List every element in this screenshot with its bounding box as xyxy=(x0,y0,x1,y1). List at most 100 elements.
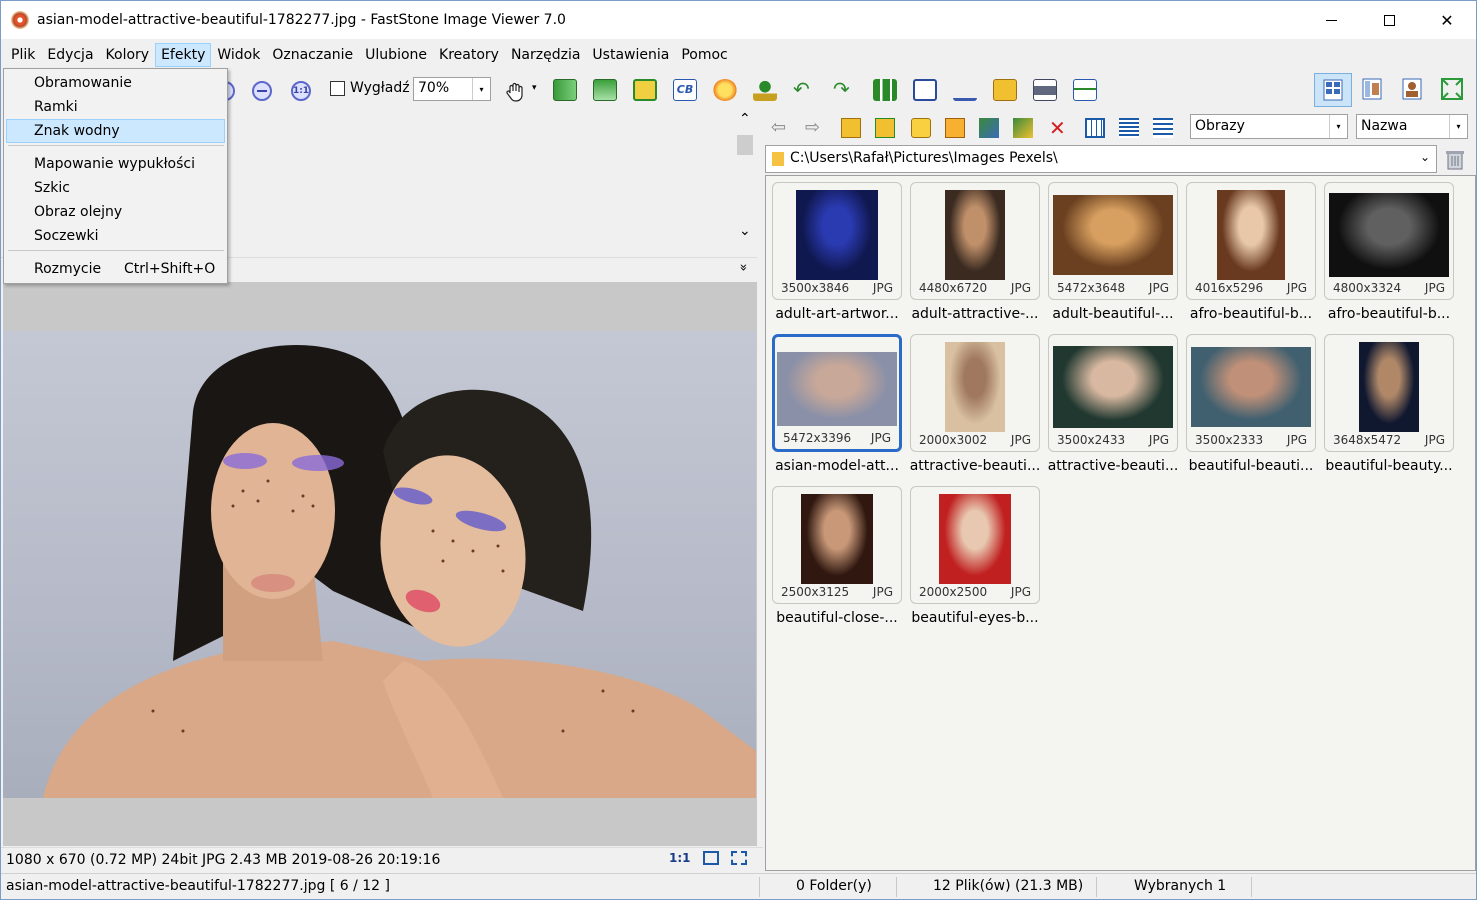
thumbnail-filename[interactable]: beautiful-close-... xyxy=(768,610,906,626)
preview-scrollbar[interactable]: ⌃ ⌄ xyxy=(735,111,755,247)
thumbnail-filename[interactable]: adult-beautiful-... xyxy=(1044,306,1182,322)
menu-oznaczanie[interactable]: Oznaczanie xyxy=(266,43,359,67)
thumbnail-item[interactable]: 4016x5296 JPG xyxy=(1186,182,1316,300)
thumbnail-item[interactable]: 2000x3002 JPG xyxy=(910,334,1040,452)
thumbnail-item[interactable]: 5472x3396 JPG xyxy=(772,334,902,452)
menu-item-soczewki[interactable]: Soczewki xyxy=(6,224,225,248)
thumbnail-item[interactable]: 4800x3324 JPG xyxy=(1324,182,1454,300)
menu-kolory[interactable]: Kolory xyxy=(100,43,156,67)
export-icon[interactable] xyxy=(593,79,617,101)
delete-icon[interactable]: ✕ xyxy=(1049,118,1069,138)
menu-item-rozmycie[interactable]: Rozmycie Ctrl+Shift+O xyxy=(6,257,225,281)
thumbnail-item[interactable]: 2500x3125 JPG xyxy=(772,486,902,604)
thumbnail-item[interactable]: 3500x2333 JPG xyxy=(1186,334,1316,452)
menu-kreatory[interactable]: Kreatory xyxy=(433,43,505,67)
print-icon[interactable] xyxy=(1033,79,1057,101)
scrollbar-thumb[interactable] xyxy=(737,135,753,155)
menu-item-obraz-olejny[interactable]: Obraz olejny xyxy=(6,200,225,224)
zoom-select[interactable]: 70% ▾ xyxy=(413,77,491,101)
flip-icon[interactable] xyxy=(873,79,897,101)
menu-efekty[interactable]: Efekty xyxy=(155,43,212,67)
smooth-checkbox[interactable] xyxy=(330,81,345,96)
scroll-up-icon[interactable]: ⌃ xyxy=(739,111,751,127)
fullscreen-button[interactable] xyxy=(1434,73,1472,107)
menu-item-ramki[interactable]: Ramki xyxy=(6,95,225,119)
forward-arrow-icon[interactable]: ⇨ xyxy=(805,118,825,138)
zoom-out-icon[interactable] xyxy=(252,81,272,101)
thumbnail-item[interactable]: 2000x2500 JPG xyxy=(910,486,1040,604)
menu-widok[interactable]: Widok xyxy=(211,43,266,67)
acquire-icon[interactable] xyxy=(753,79,777,101)
thumbnail-filename[interactable]: beautiful-beauty... xyxy=(1320,458,1458,474)
filter-select[interactable]: Obrazy ▾ xyxy=(1190,114,1348,139)
rotate-left-icon[interactable]: ↶ xyxy=(793,79,817,101)
browser-view-button[interactable] xyxy=(1314,73,1352,107)
contact-sheet-icon[interactable]: CB xyxy=(673,79,697,101)
thumbnail-view-icon[interactable] xyxy=(1085,118,1105,138)
thumbnail-filename[interactable]: afro-beautiful-b... xyxy=(1182,306,1320,322)
menu-edycja[interactable]: Edycja xyxy=(41,43,99,67)
thumbnail-image xyxy=(796,190,878,280)
menu-item-mapowanie-wypuk-o-ci[interactable]: Mapowanie wypukłości xyxy=(6,152,225,176)
close-button[interactable]: ✕ xyxy=(1418,1,1476,39)
menu-item-szkic[interactable]: Szkic xyxy=(6,176,225,200)
trash-icon[interactable] xyxy=(1445,148,1465,170)
thumbnail-item[interactable]: 5472x3648 JPG xyxy=(1048,182,1178,300)
new-folder-icon[interactable] xyxy=(945,118,965,138)
menu-pomoc[interactable]: Pomoc xyxy=(675,43,733,67)
chevron-down-icon[interactable]: ⌄ xyxy=(1420,150,1430,164)
thumbnail-filename[interactable]: afro-beautiful-b... xyxy=(1320,306,1458,322)
collapse-icon[interactable]: » xyxy=(735,264,750,272)
thumbnail-filename[interactable]: beautiful-eyes-b... xyxy=(906,610,1044,626)
favorites-icon[interactable] xyxy=(911,118,931,138)
copy-to-icon[interactable] xyxy=(979,118,999,138)
viewer-view-button[interactable] xyxy=(1394,73,1432,107)
thumbnail-filename[interactable]: adult-art-artwor... xyxy=(768,306,906,322)
menu-item-obramowanie[interactable]: Obramowanie xyxy=(6,71,225,95)
menu-narz-dzia[interactable]: Narzędzia xyxy=(505,43,586,67)
thumbnail-filename[interactable]: attractive-beauti... xyxy=(906,458,1044,474)
minimize-button[interactable] xyxy=(1302,1,1360,39)
settings-check-icon[interactable] xyxy=(1073,79,1097,101)
scroll-down-icon[interactable]: ⌄ xyxy=(739,223,751,239)
menu-item-znak-wodny[interactable]: Znak wodny xyxy=(6,119,225,143)
folder-path-input[interactable]: C:\Users\Rafał\Pictures\Images Pexels\ ⌄ xyxy=(765,145,1437,173)
menu-ustawienia[interactable]: Ustawienia xyxy=(586,43,675,67)
maximize-button[interactable] xyxy=(1360,1,1418,39)
thumbnail-item[interactable]: 3500x3846 JPG xyxy=(772,182,902,300)
sort-select[interactable]: Nazwa ▾ xyxy=(1356,114,1468,139)
thumbnail-item[interactable]: 4480x6720 JPG xyxy=(910,182,1040,300)
thumbnail-filename[interactable]: beautiful-beauti... xyxy=(1182,458,1320,474)
email-icon[interactable] xyxy=(993,79,1017,101)
crop-icon[interactable] xyxy=(633,79,657,101)
fit-window-icon[interactable] xyxy=(730,851,747,865)
thumbnail-item[interactable]: 3648x5472 JPG xyxy=(1324,334,1454,452)
menu-plik[interactable]: Plik xyxy=(5,43,41,67)
actual-size-icon[interactable]: 1:1 xyxy=(291,81,311,101)
thumbnail-filename[interactable]: adult-attractive-... xyxy=(906,306,1044,322)
draw-icon[interactable] xyxy=(953,79,977,101)
back-arrow-icon[interactable]: ⇦ xyxy=(771,118,791,138)
pan-hand-icon[interactable] xyxy=(504,81,528,103)
menu-separator xyxy=(8,145,224,146)
move-to-icon[interactable] xyxy=(1013,118,1033,138)
preview-view-button[interactable] xyxy=(1354,73,1392,107)
thumbnail-filename[interactable]: asian-model-att... xyxy=(768,458,906,474)
menu-ulubione[interactable]: Ulubione xyxy=(359,43,433,67)
resize-icon[interactable] xyxy=(913,79,937,101)
fit-center-icon[interactable] xyxy=(702,851,719,865)
pan-dropdown-arrow[interactable]: ▾ xyxy=(532,83,537,93)
thumbnail-filename[interactable]: attractive-beauti... xyxy=(1044,458,1182,474)
slideshow-icon[interactable] xyxy=(553,79,577,101)
details-view-icon[interactable] xyxy=(1153,118,1173,138)
chevron-down-icon[interactable]: ▾ xyxy=(1329,115,1347,138)
chevron-down-icon[interactable]: ▾ xyxy=(1449,115,1467,138)
rotate-right-icon[interactable]: ↷ xyxy=(833,79,857,101)
brightness-icon[interactable] xyxy=(713,79,737,101)
folder-up-icon[interactable] xyxy=(841,118,861,138)
list-view-icon[interactable] xyxy=(1119,118,1139,138)
thumbnail-item[interactable]: 3500x2433 JPG xyxy=(1048,334,1178,452)
chevron-down-icon[interactable]: ▾ xyxy=(472,78,490,100)
actual-size-button[interactable]: 1:1 xyxy=(669,851,691,865)
refresh-folder-icon[interactable] xyxy=(875,118,895,138)
